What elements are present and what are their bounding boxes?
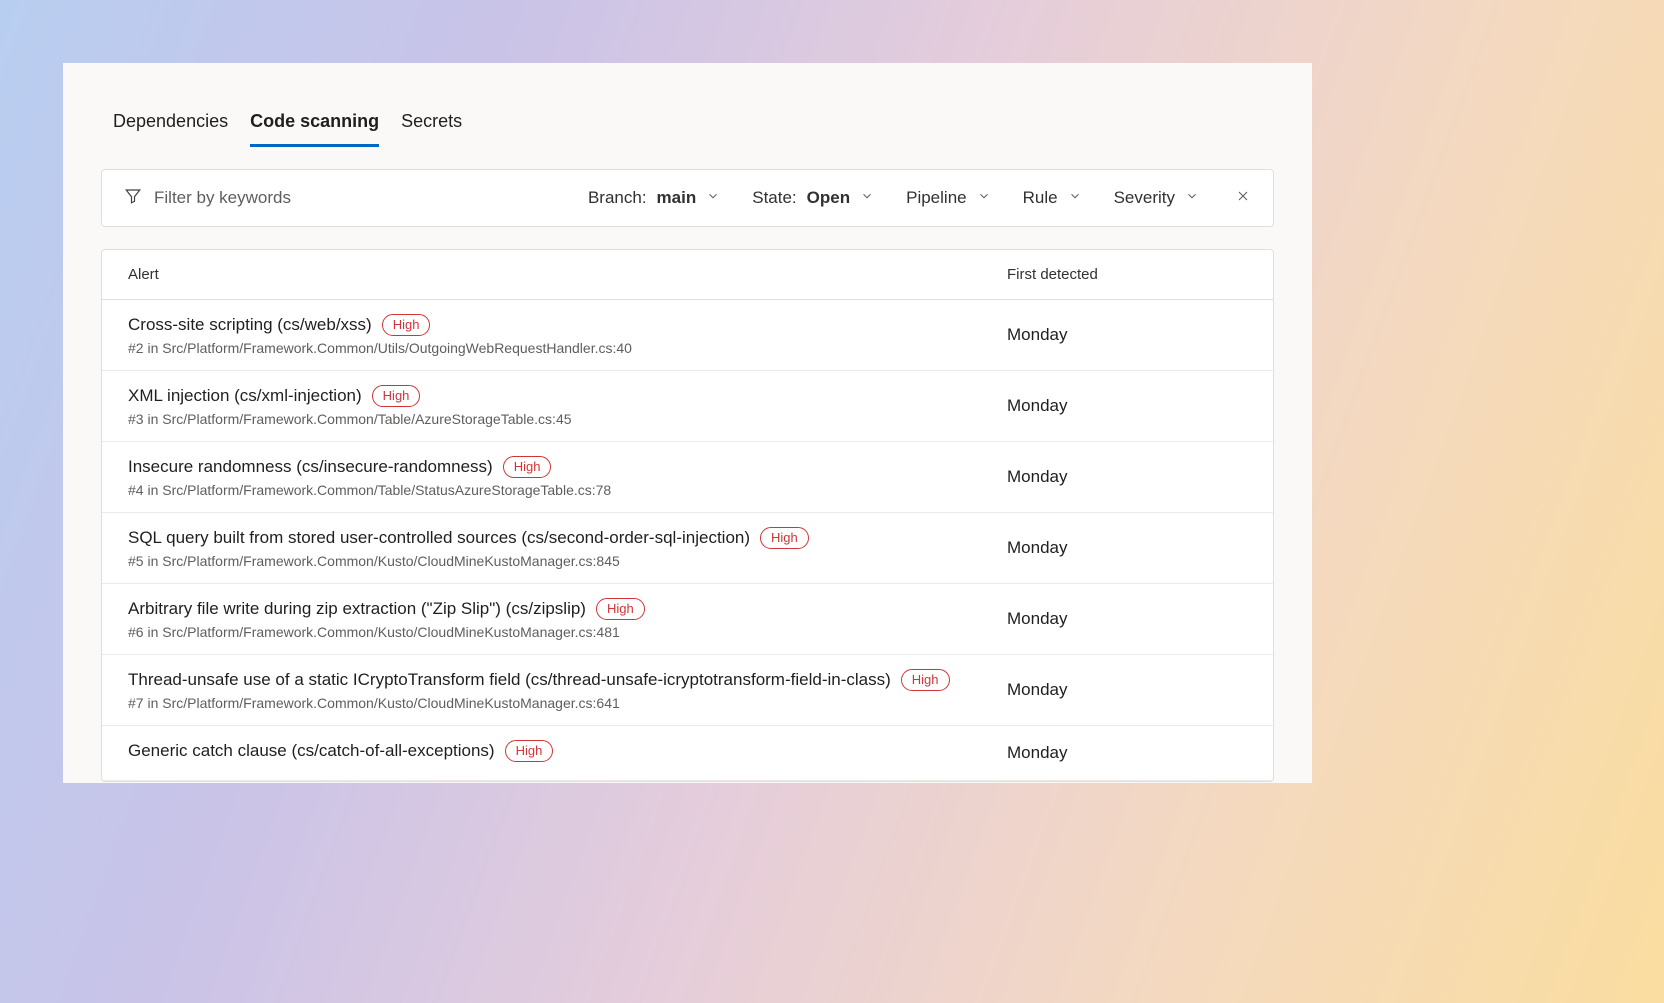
alert-title: Insecure randomness (cs/insecure-randomn…	[128, 457, 493, 477]
severity-badge: High	[596, 598, 645, 620]
filter-input[interactable]: Filter by keywords	[124, 187, 588, 210]
alert-first-detected: Monday	[1007, 527, 1247, 569]
tab-dependencies[interactable]: Dependencies	[113, 103, 228, 147]
alert-location: #6 in Src/Platform/Framework.Common/Kust…	[128, 624, 1007, 640]
alert-title: Thread-unsafe use of a static ICryptoTra…	[128, 670, 891, 690]
alert-title: SQL query built from stored user-control…	[128, 528, 750, 548]
severity-badge: High	[382, 314, 431, 336]
alert-row[interactable]: Cross-site scripting (cs/web/xss) High #…	[102, 300, 1273, 371]
alert-first-detected: Monday	[1007, 598, 1247, 640]
clear-filters-button[interactable]	[1235, 188, 1251, 209]
alert-row[interactable]: Thread-unsafe use of a static ICryptoTra…	[102, 655, 1273, 726]
pipeline-filter-label: Pipeline	[906, 188, 967, 208]
alert-location: #7 in Src/Platform/Framework.Common/Kust…	[128, 695, 1007, 711]
branch-filter-label: Branch:	[588, 188, 647, 208]
tab-bar: Dependencies Code scanning Secrets	[63, 63, 1312, 147]
rule-filter[interactable]: Rule	[1023, 188, 1082, 208]
branch-filter-value: main	[657, 188, 697, 208]
tab-secrets[interactable]: Secrets	[401, 103, 462, 147]
alerts-table: Alert First detected Cross-site scriptin…	[101, 249, 1274, 782]
severity-badge: High	[505, 740, 554, 762]
filter-icon	[124, 187, 142, 210]
column-alert: Alert	[128, 266, 1007, 283]
filter-bar: Filter by keywords Branch: main State: O…	[101, 169, 1274, 227]
alert-first-detected: Monday	[1007, 456, 1247, 498]
alert-title: XML injection (cs/xml-injection)	[128, 386, 362, 406]
branch-filter[interactable]: Branch: main	[588, 188, 720, 208]
state-filter[interactable]: State: Open	[752, 188, 874, 208]
severity-filter-label: Severity	[1114, 188, 1175, 208]
severity-badge: High	[503, 456, 552, 478]
table-header: Alert First detected	[102, 250, 1273, 300]
alert-location: #4 in Src/Platform/Framework.Common/Tabl…	[128, 482, 1007, 498]
column-first-detected: First detected	[1007, 266, 1247, 283]
alert-location: #5 in Src/Platform/Framework.Common/Kust…	[128, 553, 1007, 569]
alert-row[interactable]: Arbitrary file write during zip extracti…	[102, 584, 1273, 655]
alert-row[interactable]: SQL query built from stored user-control…	[102, 513, 1273, 584]
severity-filter[interactable]: Severity	[1114, 188, 1199, 208]
alert-row[interactable]: XML injection (cs/xml-injection) High #3…	[102, 371, 1273, 442]
severity-badge: High	[760, 527, 809, 549]
tab-code-scanning[interactable]: Code scanning	[250, 103, 379, 147]
chevron-down-icon	[1068, 188, 1082, 208]
state-filter-label: State:	[752, 188, 796, 208]
alert-first-detected: Monday	[1007, 740, 1247, 766]
chevron-down-icon	[860, 188, 874, 208]
pipeline-filter[interactable]: Pipeline	[906, 188, 991, 208]
chevron-down-icon	[1185, 188, 1199, 208]
severity-badge: High	[372, 385, 421, 407]
chevron-down-icon	[977, 188, 991, 208]
app-window: Dependencies Code scanning Secrets Filte…	[63, 63, 1312, 783]
alert-first-detected: Monday	[1007, 669, 1247, 711]
filter-placeholder: Filter by keywords	[154, 188, 291, 208]
chevron-down-icon	[706, 188, 720, 208]
alert-title: Generic catch clause (cs/catch-of-all-ex…	[128, 741, 495, 761]
severity-badge: High	[901, 669, 950, 691]
alert-row[interactable]: Generic catch clause (cs/catch-of-all-ex…	[102, 726, 1273, 781]
alert-location: #2 in Src/Platform/Framework.Common/Util…	[128, 340, 1007, 356]
alert-row[interactable]: Insecure randomness (cs/insecure-randomn…	[102, 442, 1273, 513]
alert-title: Cross-site scripting (cs/web/xss)	[128, 315, 372, 335]
alert-first-detected: Monday	[1007, 385, 1247, 427]
alert-title: Arbitrary file write during zip extracti…	[128, 599, 586, 619]
alert-first-detected: Monday	[1007, 314, 1247, 356]
alert-location: #3 in Src/Platform/Framework.Common/Tabl…	[128, 411, 1007, 427]
state-filter-value: Open	[807, 188, 850, 208]
rule-filter-label: Rule	[1023, 188, 1058, 208]
